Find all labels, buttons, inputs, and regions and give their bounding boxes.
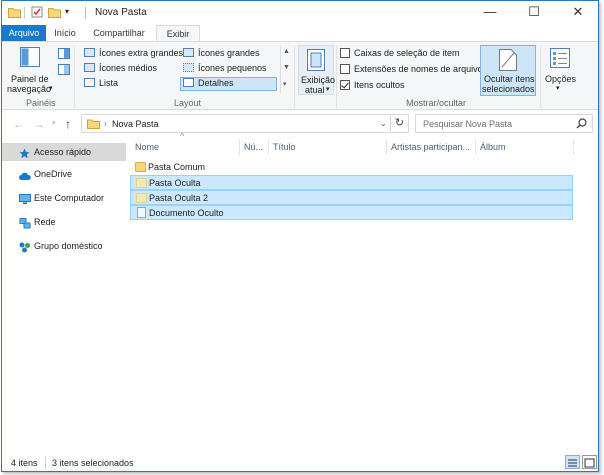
layout-gallery-scroll[interactable]: ▲ ▼ ▾ — [280, 47, 290, 93]
homegroup-icon — [19, 241, 30, 253]
layout-list[interactable]: Lista — [99, 78, 118, 88]
search-input[interactable]: Pesquisar Nova Pasta — [415, 114, 593, 133]
current-view-button[interactable]: Exibição atual ▾ — [298, 45, 335, 95]
hidden-items-label: Itens ocultos — [354, 80, 405, 90]
item-count: 4 itens — [11, 458, 38, 468]
sort-ascending-icon: ^ — [180, 131, 185, 141]
ribbon-tabs: Arquivo Início Compartilhar Exibir — [2, 25, 598, 42]
title-bar: ▾ Nova Pasta — ☐ ✕ — [2, 1, 598, 25]
hidden-folder-icon — [136, 178, 147, 188]
cloud-icon — [19, 169, 31, 180]
nav-item-homegroup[interactable]: Grupo doméstico — [2, 237, 126, 255]
group-label-layout: Layout — [174, 98, 202, 108]
hide-selected-items-button[interactable]: Ocultar itens selecionados — [480, 45, 536, 96]
up-icon[interactable]: ↑ — [65, 117, 71, 131]
hide-items-icon — [499, 49, 517, 73]
address-row: ← → ▾ ↑ › Nova Pasta ⌄ ↻ Pesquisar Nova … — [2, 111, 598, 137]
close-button[interactable]: ✕ — [556, 1, 600, 23]
details-view-button[interactable] — [565, 455, 580, 469]
group-label-show-hide: Mostrar/ocultar — [406, 98, 467, 108]
layout-details[interactable]: Detalhes — [198, 78, 234, 88]
tab-compartilhar[interactable]: Compartilhar — [84, 25, 154, 42]
forward-icon[interactable]: → — [33, 117, 45, 131]
customize-quick-access-icon[interactable]: ▾ — [65, 7, 78, 19]
extra-large-icons-icon — [84, 48, 95, 57]
small-icons-icon — [183, 63, 194, 72]
folder-icon — [8, 6, 21, 18]
list-icon — [84, 78, 95, 87]
details-pane-icon[interactable] — [58, 64, 70, 77]
tab-arquivo[interactable]: Arquivo — [2, 25, 46, 42]
search-icon[interactable] — [576, 118, 587, 131]
nav-item-onedrive[interactable]: OneDrive — [2, 165, 126, 183]
hidden-folder-icon — [136, 193, 147, 203]
new-folder-icon[interactable] — [48, 6, 61, 18]
large-icons-view-icon — [584, 458, 595, 468]
details-icon — [183, 78, 194, 87]
selected-count: 3 itens selecionados — [52, 458, 134, 468]
layout-small-icons[interactable]: Ícones pequenos — [198, 63, 267, 73]
window-title: Nova Pasta — [95, 7, 147, 18]
column-header-title[interactable]: Título — [273, 137, 296, 157]
status-bar: 4 itens 3 itens selecionados — [2, 453, 598, 473]
hidden-items-checkbox[interactable] — [340, 80, 350, 90]
group-label-panes: Painéis — [26, 98, 56, 108]
address-folder-icon — [87, 118, 100, 131]
file-row[interactable]: Documento Oculto — [130, 205, 573, 220]
file-extensions-label: Extensões de nomes de arquivos — [354, 64, 488, 74]
details-view-icon — [568, 459, 577, 467]
tab-exibir[interactable]: Exibir — [156, 25, 200, 42]
large-icons-view-button[interactable] — [582, 455, 597, 469]
hidden-document-icon — [137, 207, 146, 218]
navigation-pane-icon — [20, 47, 40, 69]
computer-icon — [19, 193, 31, 204]
minimize-button[interactable]: — — [468, 1, 512, 23]
column-header-name[interactable]: Nome — [135, 137, 159, 157]
folder-icon — [135, 162, 146, 172]
nav-item-network[interactable]: Rede — [2, 213, 126, 231]
file-row[interactable]: Pasta Comum — [130, 160, 573, 175]
file-row[interactable]: Pasta Oculta 2 — [130, 190, 573, 205]
item-checkboxes-checkbox[interactable] — [340, 48, 350, 58]
recent-locations-icon[interactable]: ▾ — [52, 119, 56, 127]
nav-item-this-pc[interactable]: Este Computador — [2, 189, 126, 207]
options-button[interactable]: Opções ▾ — [543, 45, 577, 95]
navigation-pane-button[interactable]: Painel de navegação ▾ — [6, 45, 54, 95]
current-view-icon — [307, 49, 325, 73]
refresh-icon[interactable]: ↻ — [391, 114, 409, 133]
column-header-contributing-artists[interactable]: Artistas participan... — [391, 137, 470, 157]
layout-large-icons[interactable]: Ícones grandes — [198, 48, 260, 58]
address-path: Nova Pasta — [112, 119, 159, 129]
file-row[interactable]: Pasta Oculta — [130, 175, 573, 190]
network-icon — [19, 217, 31, 229]
column-header-number[interactable]: Nú... — [244, 137, 263, 157]
search-placeholder: Pesquisar Nova Pasta — [423, 119, 513, 129]
tab-inicio[interactable]: Início — [48, 25, 82, 42]
properties-icon[interactable] — [31, 6, 44, 18]
explorer-window: ▾ Nova Pasta — ☐ ✕ Arquivo Início Compar… — [1, 0, 599, 472]
layout-medium-icons[interactable]: Ícones médios — [99, 63, 157, 73]
options-icon — [550, 48, 570, 70]
star-icon — [19, 147, 30, 159]
file-extensions-checkbox[interactable] — [340, 64, 350, 74]
back-icon[interactable]: ← — [13, 117, 25, 131]
address-dropdown-icon[interactable]: ⌄ — [380, 119, 387, 128]
navigation-pane: Acesso rápido OneDrive Este Computador R… — [2, 137, 126, 451]
preview-pane-icon[interactable] — [58, 48, 70, 61]
layout-extra-large-icons[interactable]: Ícones extra grandes — [99, 48, 183, 58]
ribbon: Painel de navegação ▾ Painéis Ícones ext… — [2, 41, 598, 110]
column-header-album[interactable]: Álbum — [480, 137, 506, 157]
nav-item-quick-access[interactable]: Acesso rápido — [2, 143, 126, 161]
large-icons-icon — [183, 48, 194, 57]
address-bar[interactable]: › Nova Pasta ⌄ — [81, 114, 391, 133]
item-checkboxes-label: Caixas de seleção de item — [354, 48, 460, 58]
maximize-button[interactable]: ☐ — [512, 1, 556, 23]
medium-icons-icon — [84, 63, 95, 72]
